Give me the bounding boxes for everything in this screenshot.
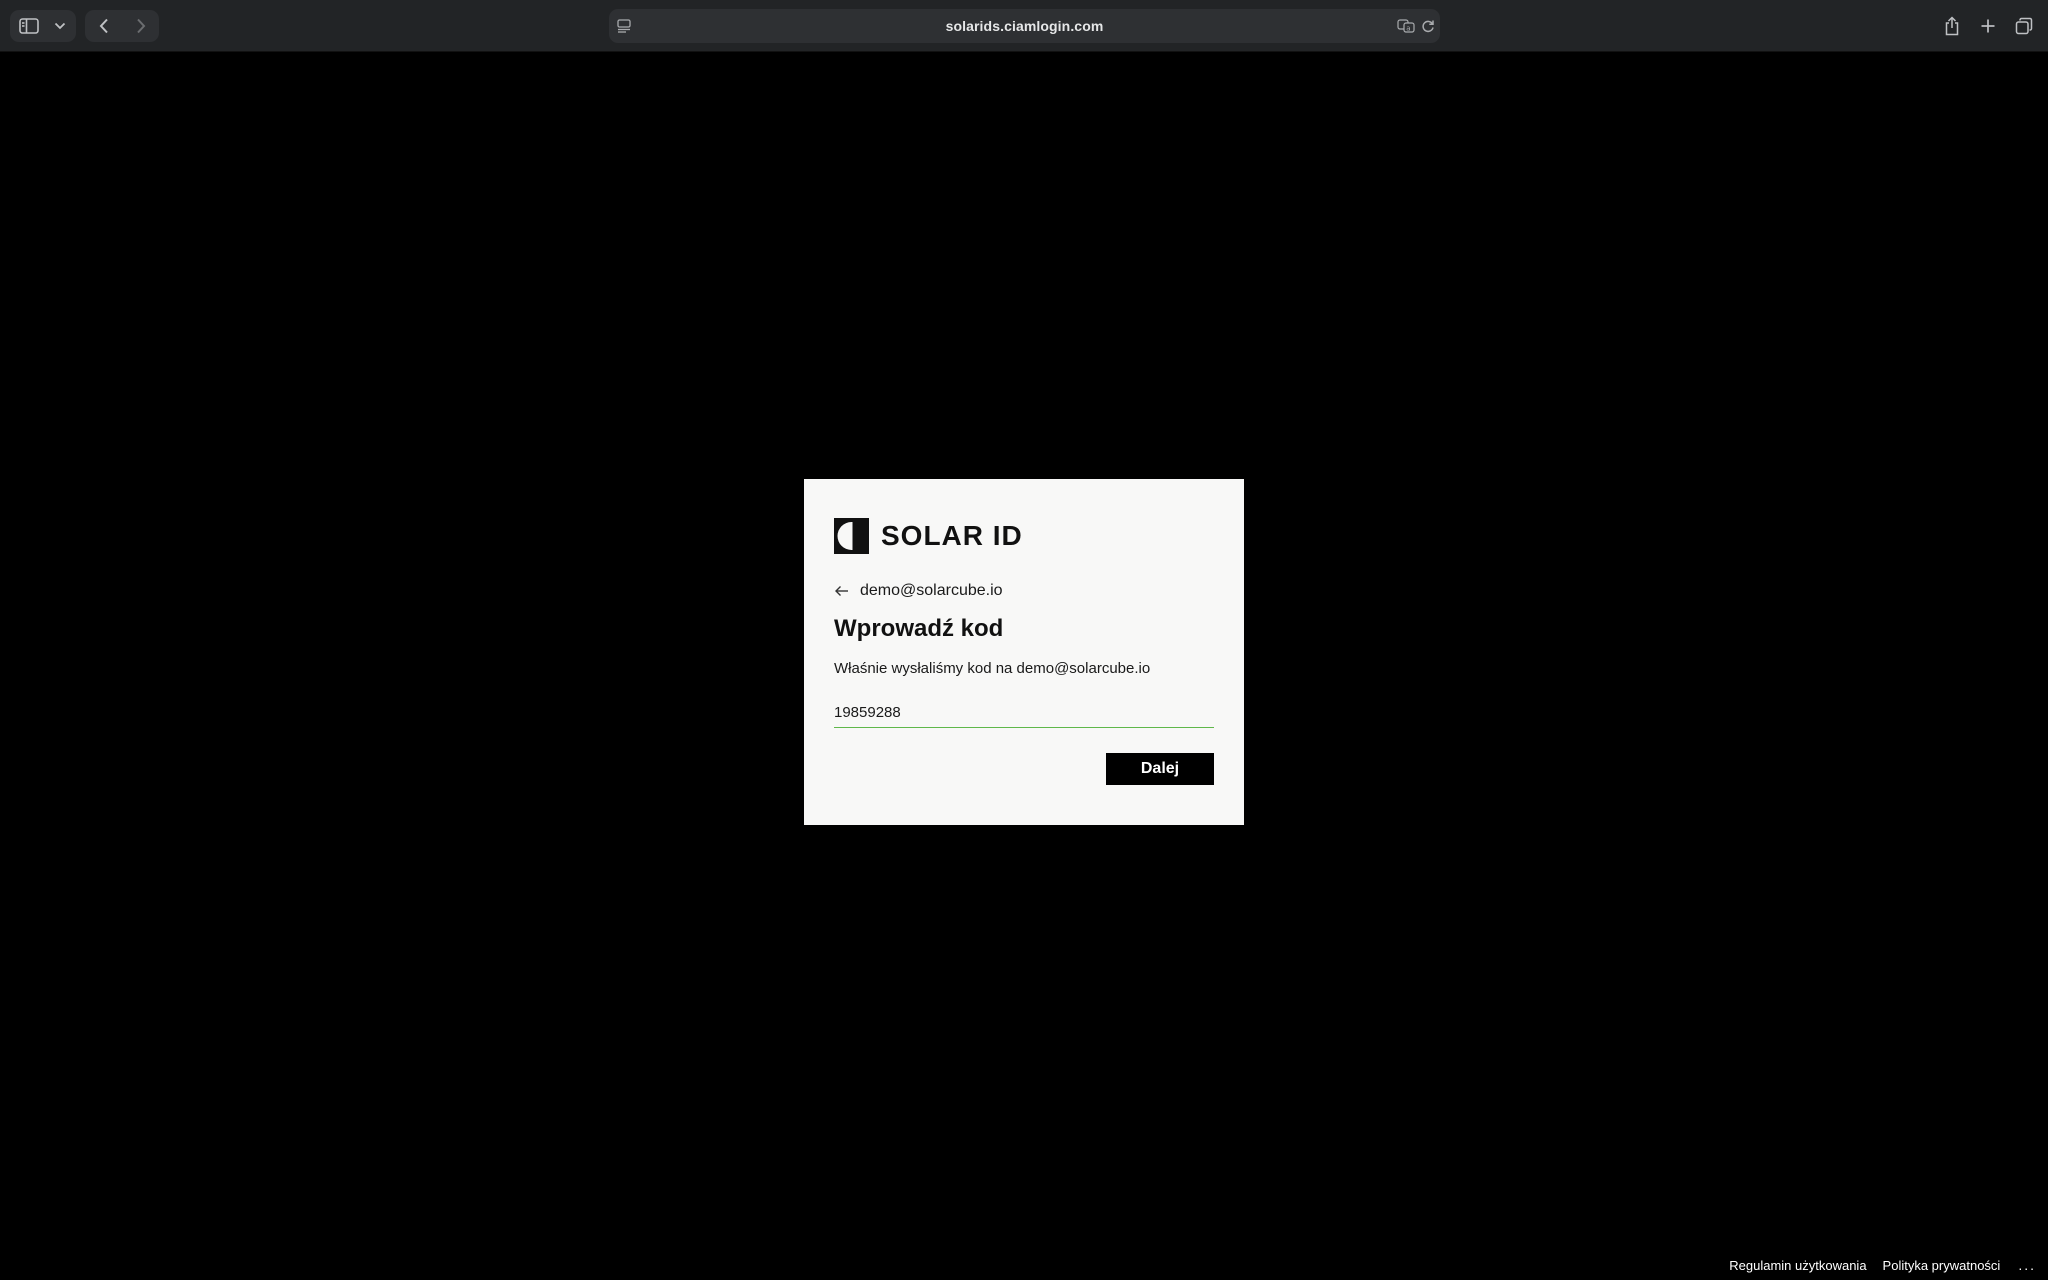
address-bar[interactable]: solarids.ciamlogin.com a xyxy=(609,9,1440,43)
verification-code-input[interactable] xyxy=(834,698,1214,728)
tabs-icon[interactable] xyxy=(2010,10,2038,42)
sidebar-icon[interactable] xyxy=(10,10,48,42)
privacy-policy-link[interactable]: Polityka prywatności xyxy=(1883,1258,2001,1273)
solar-logo-icon xyxy=(834,518,869,554)
chevron-left-icon[interactable] xyxy=(85,10,122,42)
terms-of-use-link[interactable]: Regulamin użytkowania xyxy=(1729,1258,1866,1273)
url-text[interactable]: solarids.ciamlogin.com xyxy=(609,9,1440,43)
login-card: SOLAR ID demo@solarcube.io Wprowadź kod … xyxy=(804,479,1244,825)
share-icon[interactable] xyxy=(1938,10,1966,42)
chevron-down-icon[interactable] xyxy=(48,10,72,42)
reload-icon[interactable] xyxy=(1421,9,1435,43)
back-email-text[interactable]: demo@solarcube.io xyxy=(860,582,1003,600)
sidebar-button-group xyxy=(10,10,76,42)
browser-toolbar: solarids.ciamlogin.com a xyxy=(0,0,2048,52)
page-title: Wprowadź kod xyxy=(834,615,1004,642)
solar-id-logo: SOLAR ID xyxy=(834,518,1023,554)
toolbar-right-actions xyxy=(1938,10,2038,42)
navigation-button-group xyxy=(85,10,159,42)
back-to-email-link[interactable]: demo@solarcube.io xyxy=(834,579,1003,603)
translate-icon[interactable]: a xyxy=(1397,9,1415,43)
logo-text: SOLAR ID xyxy=(881,520,1023,551)
more-options-icon[interactable]: ... xyxy=(2018,1257,2036,1273)
svg-text:a: a xyxy=(1406,25,1410,33)
footer-links: Regulamin użytkowania Polityka prywatnoś… xyxy=(1729,1250,2048,1280)
code-sent-description: Właśnie wysłaliśmy kod na demo@solarcube… xyxy=(834,660,1151,677)
chevron-right-icon[interactable] xyxy=(122,10,159,42)
arrow-left-icon[interactable] xyxy=(834,583,850,599)
next-button[interactable]: Dalej xyxy=(1106,753,1214,785)
plus-icon[interactable] xyxy=(1974,10,2002,42)
